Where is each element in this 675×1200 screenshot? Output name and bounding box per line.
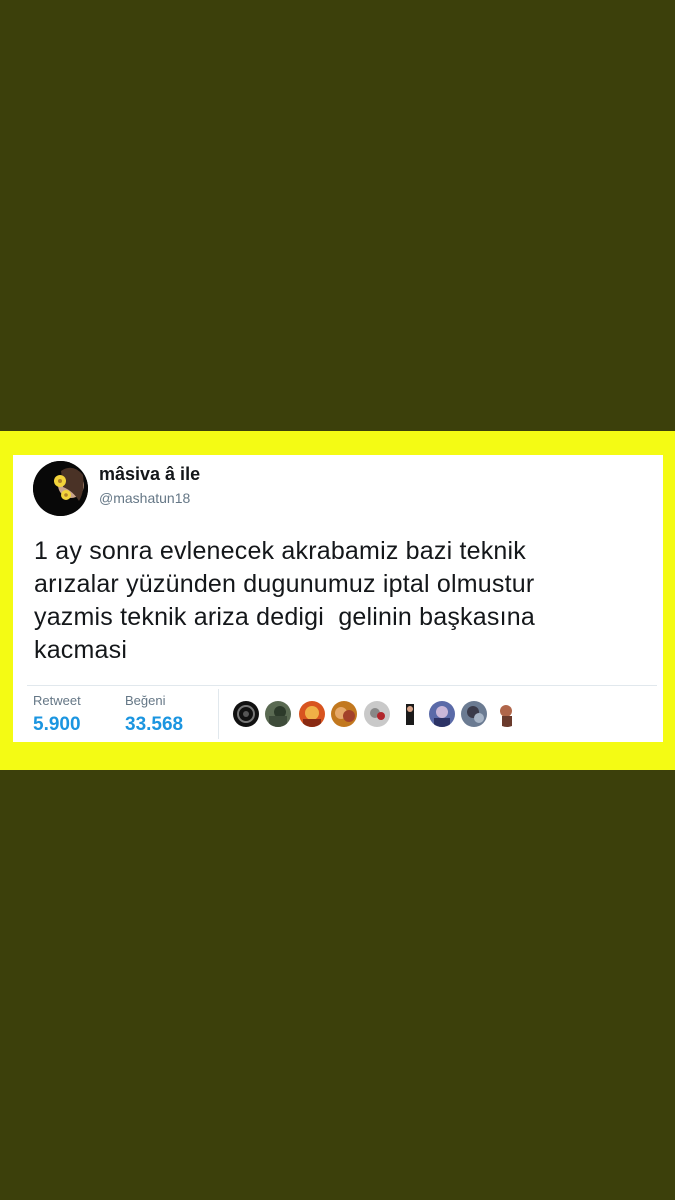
divider (27, 685, 657, 686)
stat-separator (218, 689, 219, 739)
display-name[interactable]: mâsiva â ile (99, 464, 200, 485)
avatar[interactable] (33, 461, 88, 516)
liker-avatar-6[interactable] (397, 701, 423, 727)
user-handle[interactable]: @mashatun18 (99, 490, 190, 506)
like-count: 33.568 (125, 714, 184, 735)
liker-avatar-4[interactable] (331, 701, 357, 727)
tweet-text: 1 ay sonra evlenecek akrabamiz bazi tekn… (34, 537, 535, 664)
avatar-image (33, 461, 88, 516)
retweet-count: 5.900 (33, 714, 81, 735)
liker-avatar-2[interactable] (265, 701, 291, 727)
retweet-stat[interactable]: Retweet 5.900 (33, 693, 81, 736)
liker-avatar-5[interactable] (364, 701, 390, 727)
liker-avatar-9[interactable] (494, 701, 520, 727)
like-stat[interactable]: Beğeni 33.568 (125, 693, 183, 736)
tweet-card: mâsiva â ile @mashatun18 1 ay sonra evle… (13, 455, 663, 742)
like-label: Beğeni (125, 693, 166, 708)
liker-avatar-7[interactable] (429, 701, 455, 727)
retweet-label: Retweet (33, 693, 81, 708)
liker-avatar-1[interactable] (233, 701, 259, 727)
liker-avatar-3[interactable] (299, 701, 325, 727)
liker-avatar-8[interactable] (461, 701, 487, 727)
